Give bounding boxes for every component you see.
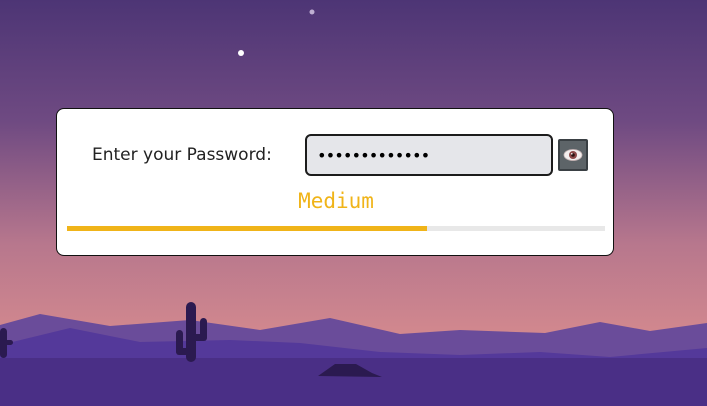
password-label: Enter your Password: bbox=[92, 145, 272, 165]
strength-label: Medium bbox=[298, 189, 374, 213]
eye-icon bbox=[563, 149, 583, 161]
password-card: Enter your Password: Medium bbox=[56, 108, 614, 256]
strength-meter-fill bbox=[67, 226, 428, 231]
password-input[interactable] bbox=[305, 134, 553, 176]
reveal-password-button[interactable] bbox=[558, 139, 588, 171]
star bbox=[238, 50, 244, 56]
star bbox=[309, 9, 315, 15]
strength-meter bbox=[67, 226, 605, 231]
